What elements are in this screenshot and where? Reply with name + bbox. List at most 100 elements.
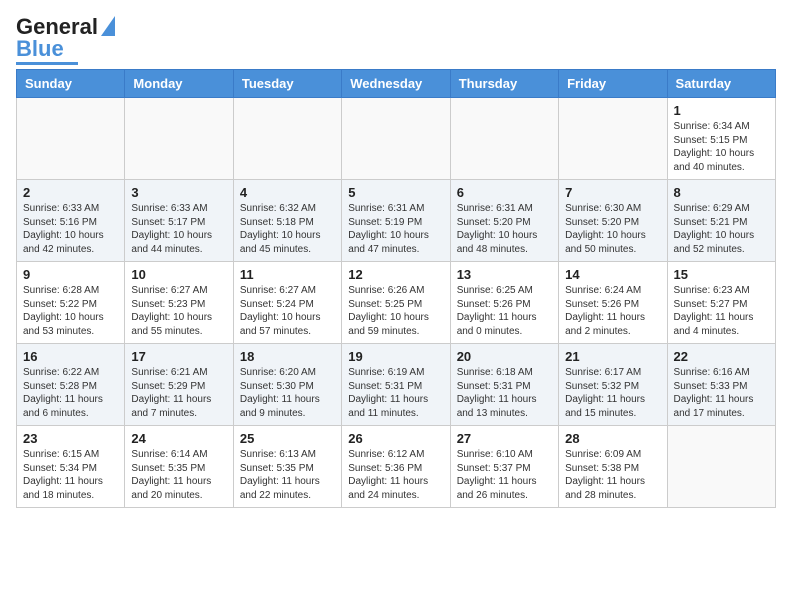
day-info: Sunrise: 6:33 AMSunset: 5:16 PMDaylight:…	[23, 202, 118, 256]
calendar-day-27: 27 Sunrise: 6:10 AMSunset: 5:37 PMDayligh…	[450, 426, 558, 508]
day-info: Sunrise: 6:34 AMSunset: 5:15 PMDaylight:…	[674, 120, 769, 174]
day-number: 23	[23, 431, 118, 446]
weekday-header-wednesday: Wednesday	[342, 70, 450, 98]
day-number: 11	[240, 267, 335, 282]
day-number: 8	[674, 185, 769, 200]
day-number: 24	[131, 431, 226, 446]
day-number: 26	[348, 431, 443, 446]
logo: General Blue	[16, 16, 115, 65]
calendar-day-7: 7 Sunrise: 6:30 AMSunset: 5:20 PMDaylight…	[559, 180, 667, 262]
day-info: Sunrise: 6:32 AMSunset: 5:18 PMDaylight:…	[240, 202, 335, 256]
calendar-day-12: 12 Sunrise: 6:26 AMSunset: 5:25 PMDayligh…	[342, 262, 450, 344]
day-number: 18	[240, 349, 335, 364]
weekday-header-friday: Friday	[559, 70, 667, 98]
calendar-day-8: 8Sunrise: 6:29 AMSunset: 5:21 PMDaylight…	[667, 180, 775, 262]
day-number: 15	[674, 267, 769, 282]
calendar-day-1: 1 Sunrise: 6:34 AMSunset: 5:15 PMDaylight…	[667, 98, 775, 180]
calendar-day-2: 2 Sunrise: 6:33 AMSunset: 5:16 PMDaylight…	[17, 180, 125, 262]
calendar-day-9: 9 Sunrise: 6:28 AMSunset: 5:22 PMDaylight…	[17, 262, 125, 344]
day-info: Sunrise: 6:22 AMSunset: 5:28 PMDaylight:…	[23, 366, 118, 420]
weekday-header-thursday: Thursday	[450, 70, 558, 98]
calendar-day-13: 13 Sunrise: 6:25 AMSunset: 5:26 PMDayligh…	[450, 262, 558, 344]
day-info: Sunrise: 6:09 AMSunset: 5:38 PMDaylight:…	[565, 448, 660, 502]
day-number: 12	[348, 267, 443, 282]
day-info: Sunrise: 6:33 AMSunset: 5:17 PMDaylight:…	[131, 202, 226, 256]
day-number: 2	[23, 185, 118, 200]
day-info: Sunrise: 6:25 AMSunset: 5:26 PMDaylight:…	[457, 284, 552, 338]
calendar-day-4: 4 Sunrise: 6:32 AMSunset: 5:18 PMDaylight…	[233, 180, 341, 262]
calendar-day-empty	[667, 426, 775, 508]
calendar-day-5: 5 Sunrise: 6:31 AMSunset: 5:19 PMDaylight…	[342, 180, 450, 262]
day-number: 5	[348, 185, 443, 200]
day-info: Sunrise: 6:23 AMSunset: 5:27 PMDaylight:…	[674, 284, 769, 338]
day-number: 21	[565, 349, 660, 364]
day-number: 13	[457, 267, 552, 282]
calendar-day-28: 28 Sunrise: 6:09 AMSunset: 5:38 PMDayligh…	[559, 426, 667, 508]
calendar-day-18: 18Sunrise: 6:20 AMSunset: 5:30 PMDayligh…	[233, 344, 341, 426]
day-info: Sunrise: 6:27 AMSunset: 5:23 PMDaylight:…	[131, 284, 226, 338]
calendar-day-empty	[233, 98, 341, 180]
day-info: Sunrise: 6:28 AMSunset: 5:22 PMDaylight:…	[23, 284, 118, 338]
logo-blue: Blue	[16, 38, 64, 60]
calendar-week-row: 16 Sunrise: 6:22 AMSunset: 5:28 PMDayligh…	[17, 344, 776, 426]
day-info: Sunrise: 6:10 AMSunset: 5:37 PMDaylight:…	[457, 448, 552, 502]
weekday-header-monday: Monday	[125, 70, 233, 98]
calendar-day-empty	[342, 98, 450, 180]
calendar-day-20: 20Sunrise: 6:18 AMSunset: 5:31 PMDayligh…	[450, 344, 558, 426]
calendar-week-row: 2 Sunrise: 6:33 AMSunset: 5:16 PMDaylight…	[17, 180, 776, 262]
logo-triangle-icon	[101, 16, 115, 36]
day-number: 7	[565, 185, 660, 200]
day-number: 16	[23, 349, 118, 364]
page-header: General Blue	[16, 16, 776, 65]
day-number: 4	[240, 185, 335, 200]
day-info: Sunrise: 6:27 AMSunset: 5:24 PMDaylight:…	[240, 284, 335, 338]
day-number: 27	[457, 431, 552, 446]
day-info: Sunrise: 6:15 AMSunset: 5:34 PMDaylight:…	[23, 448, 118, 502]
calendar-header-row: SundayMondayTuesdayWednesdayThursdayFrid…	[17, 70, 776, 98]
calendar-day-22: 22 Sunrise: 6:16 AMSunset: 5:33 PMDayligh…	[667, 344, 775, 426]
logo-general: General	[16, 16, 98, 38]
calendar-day-21: 21Sunrise: 6:17 AMSunset: 5:32 PMDayligh…	[559, 344, 667, 426]
calendar-day-empty	[125, 98, 233, 180]
day-number: 14	[565, 267, 660, 282]
day-number: 6	[457, 185, 552, 200]
day-number: 10	[131, 267, 226, 282]
calendar-day-10: 10 Sunrise: 6:27 AMSunset: 5:23 PMDayligh…	[125, 262, 233, 344]
day-info: Sunrise: 6:19 AMSunset: 5:31 PMDaylight:…	[348, 366, 443, 420]
day-number: 3	[131, 185, 226, 200]
calendar-day-23: 23 Sunrise: 6:15 AMSunset: 5:34 PMDayligh…	[17, 426, 125, 508]
day-info: Sunrise: 6:14 AMSunset: 5:35 PMDaylight:…	[131, 448, 226, 502]
calendar-day-6: 6 Sunrise: 6:31 AMSunset: 5:20 PMDaylight…	[450, 180, 558, 262]
day-info: Sunrise: 6:18 AMSunset: 5:31 PMDaylight:…	[457, 366, 552, 420]
calendar-day-empty	[559, 98, 667, 180]
day-info: Sunrise: 6:31 AMSunset: 5:20 PMDaylight:…	[457, 202, 552, 256]
calendar-day-16: 16 Sunrise: 6:22 AMSunset: 5:28 PMDayligh…	[17, 344, 125, 426]
weekday-header-saturday: Saturday	[667, 70, 775, 98]
day-number: 25	[240, 431, 335, 446]
calendar-week-row: 9 Sunrise: 6:28 AMSunset: 5:22 PMDaylight…	[17, 262, 776, 344]
day-info: Sunrise: 6:31 AMSunset: 5:19 PMDaylight:…	[348, 202, 443, 256]
weekday-header-sunday: Sunday	[17, 70, 125, 98]
day-info: Sunrise: 6:12 AMSunset: 5:36 PMDaylight:…	[348, 448, 443, 502]
day-number: 9	[23, 267, 118, 282]
day-info: Sunrise: 6:26 AMSunset: 5:25 PMDaylight:…	[348, 284, 443, 338]
day-number: 19	[348, 349, 443, 364]
day-number: 22	[674, 349, 769, 364]
day-info: Sunrise: 6:16 AMSunset: 5:33 PMDaylight:…	[674, 366, 769, 420]
calendar-week-row: 23 Sunrise: 6:15 AMSunset: 5:34 PMDayligh…	[17, 426, 776, 508]
calendar-day-26: 26 Sunrise: 6:12 AMSunset: 5:36 PMDayligh…	[342, 426, 450, 508]
calendar-day-15: 15 Sunrise: 6:23 AMSunset: 5:27 PMDayligh…	[667, 262, 775, 344]
weekday-header-tuesday: Tuesday	[233, 70, 341, 98]
logo-underline	[16, 62, 78, 65]
day-info: Sunrise: 6:30 AMSunset: 5:20 PMDaylight:…	[565, 202, 660, 256]
calendar-day-14: 14Sunrise: 6:24 AMSunset: 5:26 PMDayligh…	[559, 262, 667, 344]
day-number: 1	[674, 103, 769, 118]
calendar-table: SundayMondayTuesdayWednesdayThursdayFrid…	[16, 69, 776, 508]
calendar-day-25: 25 Sunrise: 6:13 AMSunset: 5:35 PMDayligh…	[233, 426, 341, 508]
day-info: Sunrise: 6:21 AMSunset: 5:29 PMDaylight:…	[131, 366, 226, 420]
calendar-week-row: 1 Sunrise: 6:34 AMSunset: 5:15 PMDaylight…	[17, 98, 776, 180]
calendar-day-11: 11 Sunrise: 6:27 AMSunset: 5:24 PMDayligh…	[233, 262, 341, 344]
day-number: 28	[565, 431, 660, 446]
day-info: Sunrise: 6:13 AMSunset: 5:35 PMDaylight:…	[240, 448, 335, 502]
calendar-day-19: 19 Sunrise: 6:19 AMSunset: 5:31 PMDayligh…	[342, 344, 450, 426]
